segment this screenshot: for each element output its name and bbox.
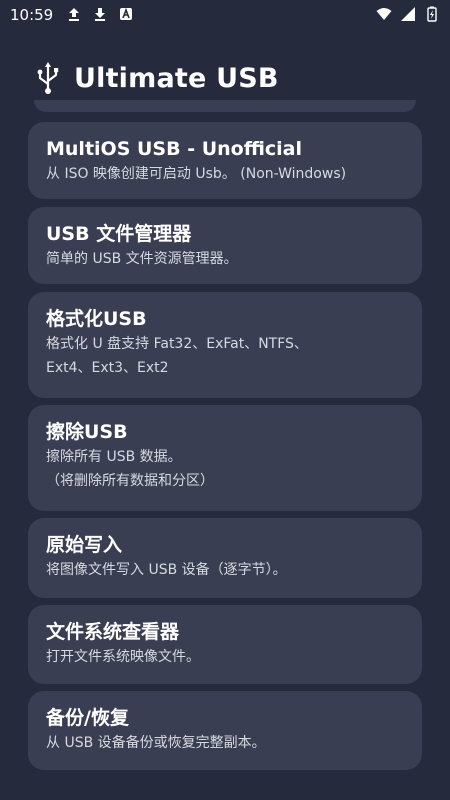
app-header: Ultimate USB <box>30 56 279 100</box>
option-raw-write[interactable]: 原始写入 将图像文件写入 USB 设备（逐字节）。 <box>28 518 422 598</box>
option-title: 文件系统查看器 <box>46 621 180 643</box>
options-list[interactable]: MultiOS USB - Unofficial 从 ISO 映像创建可启动 U… <box>28 100 422 800</box>
app-title: Ultimate USB <box>74 62 279 94</box>
status-time: 10:59 <box>10 6 54 24</box>
upload-icon <box>69 8 79 21</box>
option-title: USB 文件管理器 <box>46 223 192 245</box>
app-notification-icon <box>120 7 132 20</box>
option-description: 简单的 USB 文件资源管理器。 <box>46 251 238 267</box>
option-description: 打开文件系统映像文件。 <box>46 649 200 665</box>
option-title: 备份/恢复 <box>46 707 129 729</box>
status-bar: 10:59 <box>0 0 450 30</box>
option-erase-usb[interactable]: 擦除USB 擦除所有 USB 数据。 （将删除所有数据和分区） <box>28 405 422 511</box>
option-title: 擦除USB <box>46 421 128 443</box>
wifi-icon <box>376 8 392 20</box>
option-filesystem-viewer[interactable]: 文件系统查看器 打开文件系统映像文件。 <box>28 605 422 684</box>
status-notification-icons <box>66 6 134 22</box>
option-description: 从 USB 设备备份或恢复完整副本。 <box>46 735 266 751</box>
battery-icon <box>427 6 437 22</box>
option-title: 格式化USB <box>46 308 147 330</box>
option-multios-usb[interactable]: MultiOS USB - Unofficial 从 ISO 映像创建可启动 U… <box>28 122 422 199</box>
list-item-partial[interactable] <box>34 100 416 112</box>
option-description: Ext4、Ext3、Ext2 <box>46 360 169 376</box>
option-title: 原始写入 <box>46 534 123 556</box>
option-description: 擦除所有 USB 数据。 <box>46 449 182 465</box>
option-description: 将图像文件写入 USB 设备（逐字节）。 <box>46 562 287 578</box>
option-description: 从 ISO 映像创建可启动 Usb。 (Non-Windows) <box>46 166 347 182</box>
download-icon <box>95 8 105 21</box>
option-usb-file-manager[interactable]: USB 文件管理器 简单的 USB 文件资源管理器。 <box>28 207 422 284</box>
signal-icon <box>401 7 415 21</box>
status-system-icons <box>376 6 440 22</box>
option-backup-restore[interactable]: 备份/恢复 从 USB 设备备份或恢复完整副本。 <box>28 691 422 770</box>
option-description: 格式化 U 盘支持 Fat32、ExFat、NTFS、 <box>46 336 308 352</box>
usb-icon <box>37 62 59 94</box>
option-description: （将删除所有数据和分区） <box>46 473 214 489</box>
option-title: MultiOS USB - Unofficial <box>46 138 303 160</box>
option-format-usb[interactable]: 格式化USB 格式化 U 盘支持 Fat32、ExFat、NTFS、 Ext4、… <box>28 292 422 398</box>
